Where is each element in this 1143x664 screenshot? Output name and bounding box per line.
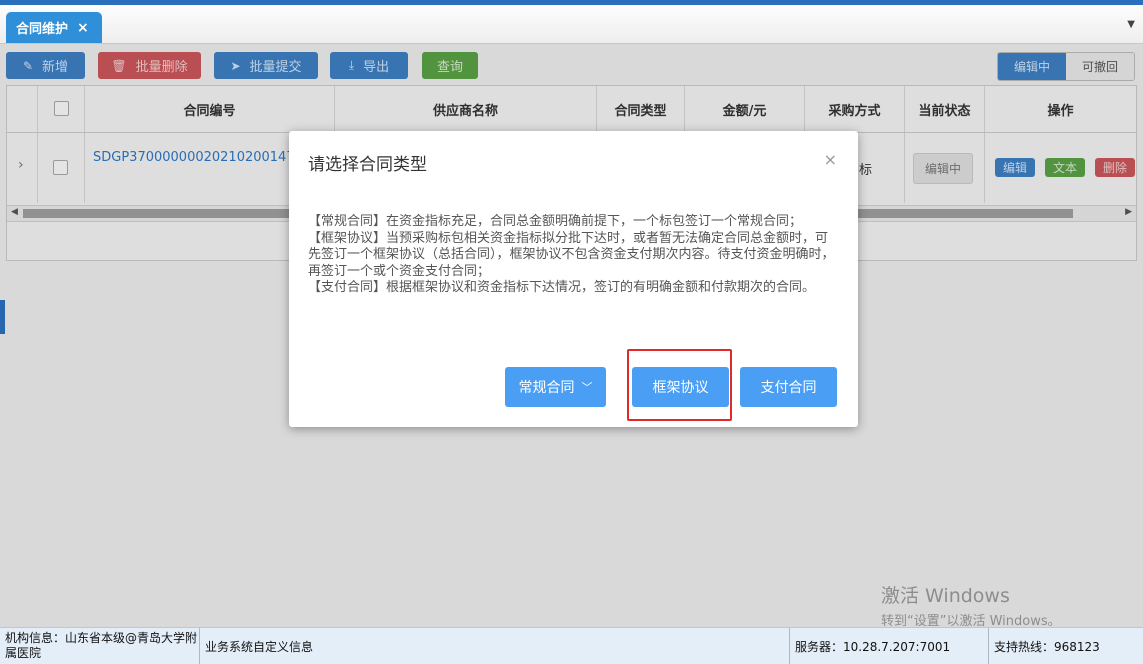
payment-contract-desc: 【支付合同】根据框架协议和资金指标下达情况，签订的有明确金额和付款期次的合同。	[308, 280, 816, 295]
status-bar: 机构信息：山东省本级@青岛大学附属医院 业务系统自定义信息 服务器：10.28.…	[0, 627, 1143, 664]
tab-close-icon[interactable]: ×	[77, 20, 89, 36]
hotline-info: 支持热线：968123	[994, 639, 1100, 654]
highlight-box	[627, 349, 732, 421]
chevron-down-icon: ﹀	[581, 381, 593, 394]
contract-type-dialog: 请选择合同类型 × 【常规合同】在资金指标充足，合同总金额明确前提下，一个标包签…	[289, 131, 858, 427]
tab-bar: 合同维护 × ▼	[0, 5, 1143, 44]
framework-agreement-desc: 【框架协议】当预采购标包相关资金指标拟分批下达时，或者暂无法确定合同总金额时，可…	[308, 230, 835, 279]
tab-menu-chevron-icon[interactable]: ▼	[1127, 19, 1135, 30]
tab-label: 合同维护	[16, 22, 69, 37]
dialog-close-icon[interactable]: ×	[824, 150, 837, 169]
dialog-description: 【常规合同】在资金指标充足，合同总金额明确前提下，一个标包签订一个常规合同； 【…	[308, 214, 836, 297]
org-info: 机构信息：山东省本级@青岛大学附属医院	[0, 628, 200, 664]
regular-contract-label: 常规合同	[518, 380, 575, 396]
payment-contract-button[interactable]: 支付合同	[740, 367, 837, 407]
server-info: 服务器：10.28.7.207:7001	[790, 628, 989, 664]
regular-contract-button[interactable]: 常规合同 ﹀	[505, 367, 606, 407]
dialog-title: 请选择合同类型	[308, 155, 427, 175]
custom-info: 业务系统自定义信息	[200, 628, 790, 664]
regular-contract-desc: 【常规合同】在资金指标充足，合同总金额明确前提下，一个标包签订一个常规合同；	[308, 214, 803, 229]
tab-contract-maintenance[interactable]: 合同维护 ×	[6, 12, 102, 43]
